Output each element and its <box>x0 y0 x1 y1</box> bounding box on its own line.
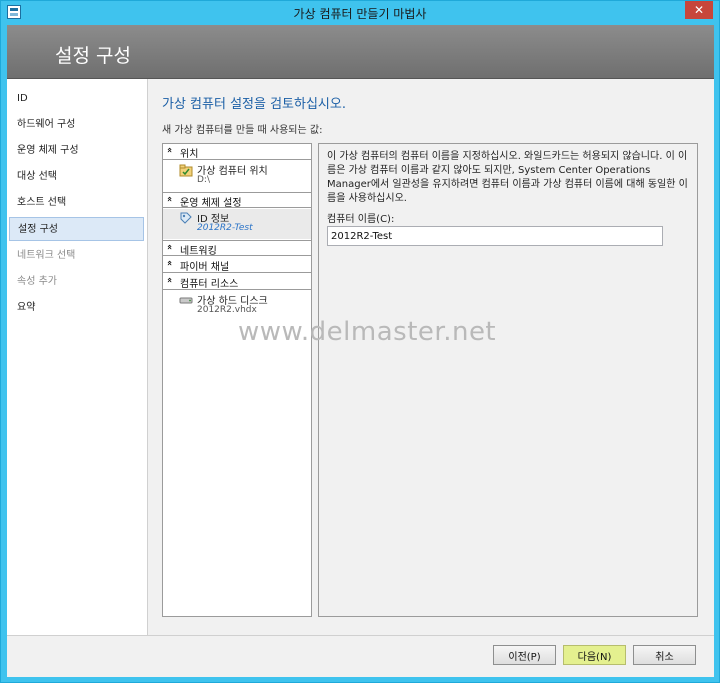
tree-group-label: 위치 <box>180 149 199 160</box>
page-title: 설정 구성 <box>55 45 131 67</box>
computer-name-description: 이 가상 컴퓨터의 컴퓨터 이름을 지정하십시오. 와일드카드는 허용되지 않습… <box>327 151 688 204</box>
main-panel: 가상 컴퓨터 설정을 검토하십시오. 새 가상 컴퓨터를 만들 때 사용되는 값… <box>147 79 714 635</box>
tree-item-vm-location[interactable]: 가상 컴퓨터 위치 D:\ <box>163 161 311 191</box>
tree-item-value: 2012R2.vhdx <box>197 305 257 315</box>
chevron-up-icon: « <box>163 277 174 283</box>
hard-disk-icon <box>179 297 193 304</box>
sidebar-item-host[interactable]: 호스트 선택 <box>9 191 144 215</box>
tree-group-os-settings[interactable]: « 운영 체제 설정 <box>163 192 311 209</box>
title-bar[interactable]: 가상 컴퓨터 만들기 마법사 ✕ <box>1 1 719 25</box>
tree-group-label: 파이버 채널 <box>180 262 230 273</box>
tree-item-id-info[interactable]: ID 정보 2012R2-Test <box>163 209 311 239</box>
sidebar-item-id[interactable]: ID <box>9 87 144 111</box>
tree-group-location[interactable]: « 위치 <box>163 144 311 160</box>
sidebar-item-hardware[interactable]: 하드웨어 구성 <box>9 113 144 137</box>
wizard-banner: 설정 구성 <box>7 25 714 79</box>
chevron-up-icon: « <box>163 196 174 202</box>
sidebar-item-os[interactable]: 운영 체제 구성 <box>9 139 144 163</box>
tree-group-fibre-channel[interactable]: « 파이버 채널 <box>163 257 311 273</box>
computer-name-label: 컴퓨터 이름(C): <box>327 214 395 225</box>
tree-item-value: 2012R2-Test <box>197 223 253 233</box>
detail-pane: 이 가상 컴퓨터의 컴퓨터 이름을 지정하십시오. 와일드카드는 허용되지 않습… <box>318 143 698 617</box>
main-subheading: 새 가상 컴퓨터를 만들 때 사용되는 값: <box>162 125 323 136</box>
tree-group-computer-resources[interactable]: « 컴퓨터 리소스 <box>163 274 311 290</box>
computer-name-input[interactable] <box>327 226 663 246</box>
folder-icon <box>179 164 193 177</box>
tree-group-networking[interactable]: « 네트워킹 <box>163 240 311 257</box>
cancel-button[interactable]: 취소 <box>633 645 696 665</box>
watermark-text: www.delmaster.net <box>238 317 497 347</box>
tree-group-label: 네트워킹 <box>180 246 217 257</box>
chevron-up-icon: « <box>163 244 174 250</box>
next-button[interactable]: 다음(N) <box>563 645 626 665</box>
close-button[interactable]: ✕ <box>685 1 713 19</box>
sidebar-item-properties: 속성 추가 <box>17 276 57 287</box>
sidebar-item-settings[interactable]: 설정 구성 <box>9 217 144 241</box>
settings-tree: « 위치 가상 컴퓨터 위치 D:\ « 운영 체제 설정 ID 정보 2012… <box>162 143 312 617</box>
wizard-footer: 이전(P) 다음(N) 취소 <box>7 635 714 677</box>
wizard-steps-sidebar: ID 하드웨어 구성 운영 체제 구성 대상 선택 호스트 선택 설정 구성 네… <box>7 79 147 635</box>
sidebar-item-network: 네트워크 선택 <box>17 250 76 261</box>
sidebar-item-summary[interactable]: 요약 <box>9 296 144 320</box>
tag-icon <box>180 212 192 224</box>
tree-group-label: 운영 체제 설정 <box>180 198 242 209</box>
wizard-window: 가상 컴퓨터 만들기 마법사 ✕ 설정 구성 ID 하드웨어 구성 운영 체제 … <box>0 0 720 683</box>
chevron-up-icon: « <box>163 260 174 266</box>
tree-item-value: D:\ <box>197 175 210 185</box>
window-title: 가상 컴퓨터 만들기 마법사 <box>293 7 427 21</box>
sidebar-item-destination[interactable]: 대상 선택 <box>9 165 144 189</box>
main-heading: 가상 컴퓨터 설정을 검토하십시오. <box>162 97 346 112</box>
wizard-client: 설정 구성 ID 하드웨어 구성 운영 체제 구성 대상 선택 호스트 선택 설… <box>7 25 714 677</box>
tree-group-label: 컴퓨터 리소스 <box>180 279 239 290</box>
back-button[interactable]: 이전(P) <box>493 645 556 665</box>
chevron-up-icon: « <box>163 147 174 153</box>
